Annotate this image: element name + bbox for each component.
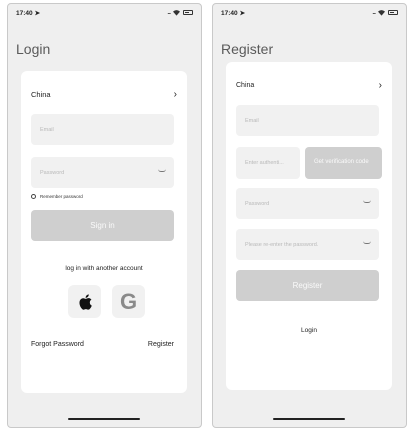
verification-code-field[interactable]: Enter authenti... (236, 147, 300, 179)
country-label: China (236, 81, 255, 89)
google-icon: G (119, 288, 138, 314)
apple-icon (78, 293, 92, 310)
email-field[interactable]: Email (31, 114, 174, 145)
home-indicator[interactable] (273, 418, 345, 420)
email-placeholder: Email (40, 126, 54, 133)
country-label: China (31, 89, 51, 99)
password-placeholder: Password (40, 169, 65, 176)
register-link[interactable]: Register (148, 341, 174, 348)
home-indicator[interactable] (68, 418, 140, 420)
get-verification-code-button[interactable]: Get verification code (305, 147, 382, 179)
register-card: China › Email Enter authenti... Get veri… (226, 62, 392, 390)
eye-closed-icon[interactable] (158, 169, 166, 172)
chevron-right-icon: › (173, 88, 177, 100)
signal-icon: .... (167, 9, 171, 16)
remember-password-option[interactable]: Remember password (31, 194, 83, 199)
login-card: China › Email Password Remember password… (21, 71, 187, 393)
battery-icon (183, 10, 193, 15)
wifi-icon (378, 10, 385, 16)
wifi-icon (173, 10, 180, 16)
status-bar: 17:40 ➤ .... (221, 9, 398, 21)
status-bar: 17:40 ➤ .... (16, 9, 193, 21)
password-field[interactable]: Password (31, 157, 174, 188)
clock-text: 17:40 (221, 10, 238, 17)
status-time: 17:40 ➤ (16, 9, 40, 17)
clock-text: 17:40 (16, 10, 33, 17)
chevron-right-icon: › (378, 79, 382, 91)
login-link[interactable]: Login (226, 327, 392, 334)
forgot-password-link[interactable]: Forgot Password (31, 341, 84, 348)
country-selector[interactable]: China › (236, 78, 382, 92)
confirm-password-placeholder: Please re-enter the password. (245, 241, 319, 248)
signal-icon: .... (372, 9, 376, 16)
remember-label: Remember password (40, 194, 83, 199)
apple-login-button[interactable] (68, 285, 101, 318)
status-indicators: .... (372, 9, 398, 16)
page-title: Login (16, 41, 51, 57)
location-arrow-icon: ➤ (34, 10, 41, 17)
sign-in-button[interactable]: Sign in (31, 210, 174, 241)
status-time: 17:40 ➤ (221, 9, 245, 17)
password-field[interactable]: Password (236, 188, 379, 219)
eye-closed-icon[interactable] (363, 241, 371, 244)
email-placeholder: Email (245, 117, 259, 124)
register-screen: 17:40 ➤ .... Register China › Email Enter… (212, 3, 407, 428)
password-placeholder: Password (245, 200, 270, 207)
battery-icon (388, 10, 398, 15)
eye-closed-icon[interactable] (363, 200, 371, 203)
alt-login-label: log in with another account (65, 265, 143, 272)
login-screen: 17:40 ➤ .... Login China › Email Password… (7, 3, 202, 428)
email-field[interactable]: Email (236, 105, 379, 136)
confirm-password-field[interactable]: Please re-enter the password. (236, 229, 379, 260)
status-indicators: .... (167, 9, 193, 16)
country-selector[interactable]: China › (31, 87, 177, 101)
register-button[interactable]: Register (236, 270, 379, 301)
remember-radio[interactable] (31, 194, 36, 199)
page-title: Register (221, 41, 274, 57)
google-login-button[interactable]: G (112, 285, 145, 318)
code-placeholder: Enter authenti... (245, 160, 284, 166)
location-arrow-icon: ➤ (239, 10, 246, 17)
